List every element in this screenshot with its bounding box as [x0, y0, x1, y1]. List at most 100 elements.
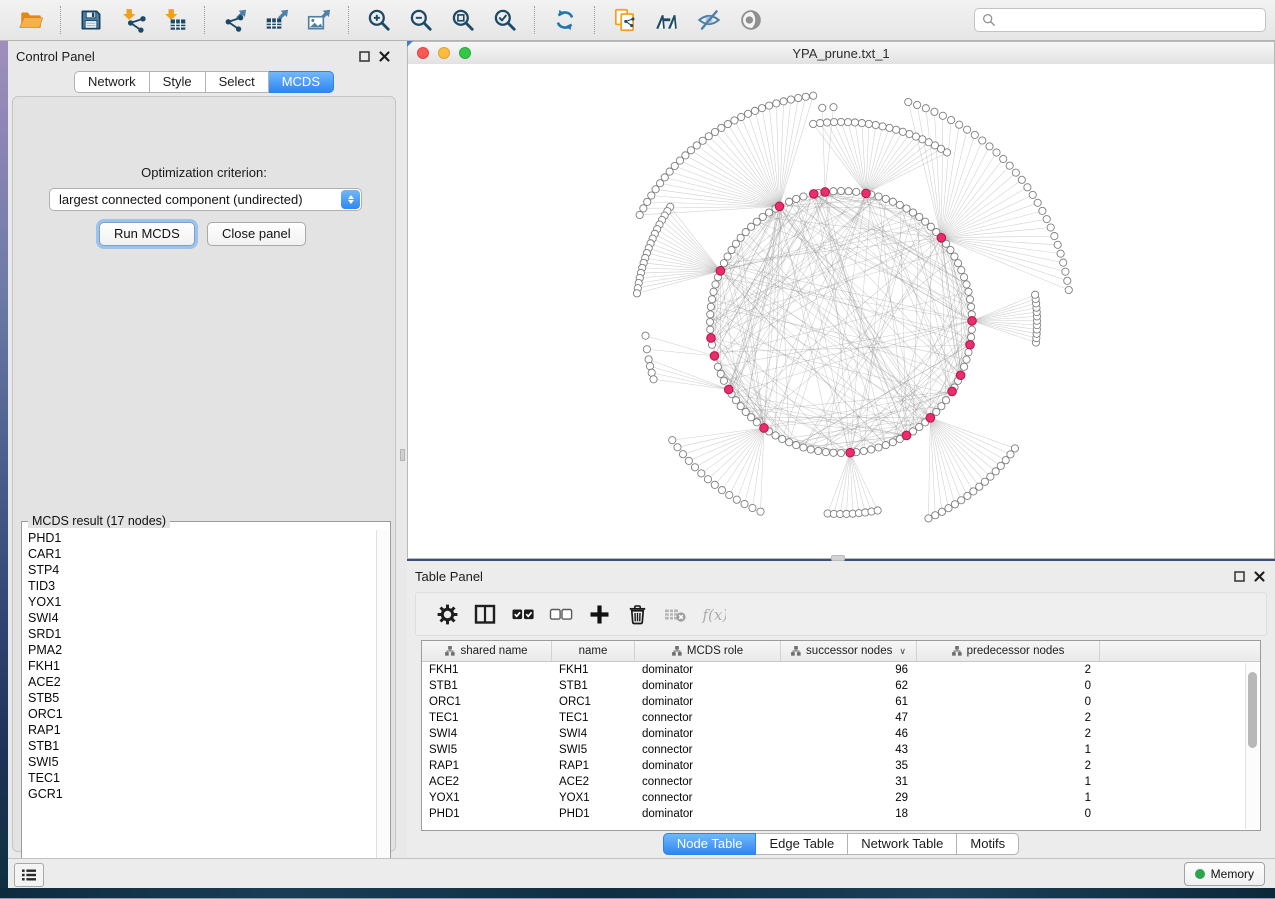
- search-field[interactable]: [974, 8, 1266, 32]
- apply-layout-icon[interactable]: [550, 5, 580, 35]
- network-canvas[interactable]: [408, 64, 1274, 558]
- select-all-checkboxes-icon[interactable]: [506, 599, 540, 629]
- zoom-fit-icon[interactable]: [448, 5, 478, 35]
- mcds-result-item[interactable]: RAP1: [23, 722, 377, 738]
- mcds-result-item[interactable]: SWI5: [23, 754, 377, 770]
- close-panel-button[interactable]: Close panel: [207, 222, 306, 246]
- search-input[interactable]: [1001, 10, 1265, 30]
- tab-style[interactable]: Style: [150, 71, 206, 93]
- open-session-icon[interactable]: [16, 5, 46, 35]
- mcds-result-item[interactable]: GCR1: [23, 786, 377, 802]
- table-cell: 43: [781, 742, 917, 758]
- network-graph[interactable]: [408, 64, 1274, 558]
- mcds-result-item[interactable]: ORC1: [23, 706, 377, 722]
- task-history-button[interactable]: [14, 863, 44, 887]
- table-row[interactable]: TEC1TEC1connector472: [422, 710, 1260, 726]
- column-header-name[interactable]: name: [552, 641, 635, 661]
- mcds-result-item[interactable]: PHD1: [23, 530, 377, 546]
- binoculars-icon[interactable]: [652, 5, 682, 35]
- float-table-panel-icon[interactable]: [1234, 571, 1245, 582]
- delete-column-icon[interactable]: [620, 599, 654, 629]
- table-cell: TEC1: [552, 710, 635, 726]
- table-panel: Table Panel f(x) shared namenameMCDS rol…: [407, 561, 1275, 858]
- table-row[interactable]: FKH1FKH1dominator962: [422, 662, 1260, 678]
- table-row[interactable]: RAP1RAP1dominator352: [422, 758, 1260, 774]
- mcds-result-item[interactable]: TID3: [23, 578, 377, 594]
- zoom-in-icon[interactable]: [364, 5, 394, 35]
- column-header-label: successor nodes: [806, 645, 892, 657]
- table-row[interactable]: SWI5SWI5connector431: [422, 742, 1260, 758]
- column-header-label: shared name: [460, 645, 527, 657]
- memory-button[interactable]: Memory: [1184, 862, 1265, 886]
- hide-graphics-details-icon[interactable]: [694, 5, 724, 35]
- table-scrollbar-thumb[interactable]: [1248, 672, 1257, 748]
- show-columns-icon[interactable]: [468, 599, 502, 629]
- tab-select[interactable]: Select: [206, 71, 269, 93]
- show-graphics-details-icon[interactable]: [736, 5, 766, 35]
- column-header-MCDS-role[interactable]: MCDS role: [635, 641, 781, 661]
- column-namespace-icon: [672, 646, 682, 656]
- table-row[interactable]: STB1STB1dominator620: [422, 678, 1260, 694]
- clone-network-icon[interactable]: [610, 5, 640, 35]
- table-cell: RAP1: [422, 758, 552, 774]
- tab-motifs[interactable]: Motifs: [957, 833, 1019, 855]
- formula-builder-icon[interactable]: f(x): [696, 599, 730, 629]
- mcds-result-list[interactable]: PHD1CAR1STP4TID3YOX1SWI4SRD1PMA2FKH1ACE2…: [23, 530, 377, 897]
- export-image-icon[interactable]: [304, 5, 334, 35]
- mcds-list-scrollbar[interactable]: [376, 530, 389, 897]
- table-cell: ORC1: [422, 694, 552, 710]
- add-column-icon[interactable]: [582, 599, 616, 629]
- mcds-result-item[interactable]: ACE2: [23, 674, 377, 690]
- delete-table-icon[interactable]: [658, 599, 692, 629]
- mcds-result-item[interactable]: SWI4: [23, 610, 377, 626]
- tab-edge-table[interactable]: Edge Table: [756, 833, 848, 855]
- table-row[interactable]: PHD1PHD1dominator180: [422, 806, 1260, 822]
- tab-node-table[interactable]: Node Table: [663, 833, 757, 855]
- export-table-icon[interactable]: [262, 5, 292, 35]
- save-session-icon[interactable]: [76, 5, 106, 35]
- node-table[interactable]: shared name nameMCDS role successor nodes ∨…: [421, 640, 1261, 831]
- table-cell: 2: [917, 758, 1100, 774]
- mcds-result-item[interactable]: STP4: [23, 562, 377, 578]
- network-view-title: YPA_prune.txt_1: [408, 46, 1274, 61]
- network-view-titlebar[interactable]: YPA_prune.txt_1: [408, 42, 1274, 65]
- column-header-predecessor-nodes[interactable]: predecessor nodes: [917, 641, 1100, 661]
- run-mcds-button[interactable]: Run MCDS: [99, 222, 195, 246]
- mcds-result-item[interactable]: STB5: [23, 690, 377, 706]
- table-cell: 47: [781, 710, 917, 726]
- mcds-result-item[interactable]: STB1: [23, 738, 377, 754]
- column-header-successor-nodes[interactable]: successor nodes ∨: [781, 641, 917, 661]
- mcds-result-item[interactable]: TEC1: [23, 770, 377, 786]
- table-row[interactable]: YOX1YOX1connector291: [422, 790, 1260, 806]
- tab-mcds[interactable]: MCDS: [269, 71, 334, 93]
- table-row[interactable]: ORC1ORC1dominator610: [422, 694, 1260, 710]
- node-table-body: FKH1FKH1dominator962STB1STB1dominator620…: [422, 662, 1260, 822]
- tab-network[interactable]: Network: [74, 71, 150, 93]
- mcds-result-item[interactable]: PMA2: [23, 642, 377, 658]
- export-network-icon[interactable]: [220, 5, 250, 35]
- horizontal-split-handle[interactable]: [831, 555, 845, 561]
- close-panel-icon[interactable]: [379, 51, 390, 62]
- tab-network-table[interactable]: Network Table: [848, 833, 957, 855]
- mcds-result-item[interactable]: CAR1: [23, 546, 377, 562]
- criterion-select[interactable]: largest connected component (undirected): [49, 188, 362, 211]
- table-scrollbar[interactable]: [1245, 663, 1259, 829]
- table-row[interactable]: SWI4SWI4dominator462: [422, 726, 1260, 742]
- import-table-icon[interactable]: [160, 5, 190, 35]
- mcds-result-item[interactable]: SRD1: [23, 626, 377, 642]
- float-panel-icon[interactable]: [359, 51, 370, 62]
- sort-indicator-icon: ∨: [899, 646, 906, 657]
- mcds-result-item[interactable]: YOX1: [23, 594, 377, 610]
- table-row[interactable]: ACE2ACE2connector311: [422, 774, 1260, 790]
- table-cell: RAP1: [552, 758, 635, 774]
- mcds-result-item[interactable]: FKH1: [23, 658, 377, 674]
- zoom-out-icon[interactable]: [406, 5, 436, 35]
- table-settings-icon[interactable]: [430, 599, 464, 629]
- column-header-shared-name[interactable]: shared name: [422, 641, 552, 661]
- vertical-split-handle[interactable]: [400, 449, 405, 461]
- table-cell: 2: [917, 662, 1100, 678]
- close-table-panel-icon[interactable]: [1254, 571, 1265, 582]
- zoom-selected-icon[interactable]: [490, 5, 520, 35]
- import-network-icon[interactable]: [118, 5, 148, 35]
- deselect-all-checkboxes-icon[interactable]: [544, 599, 578, 629]
